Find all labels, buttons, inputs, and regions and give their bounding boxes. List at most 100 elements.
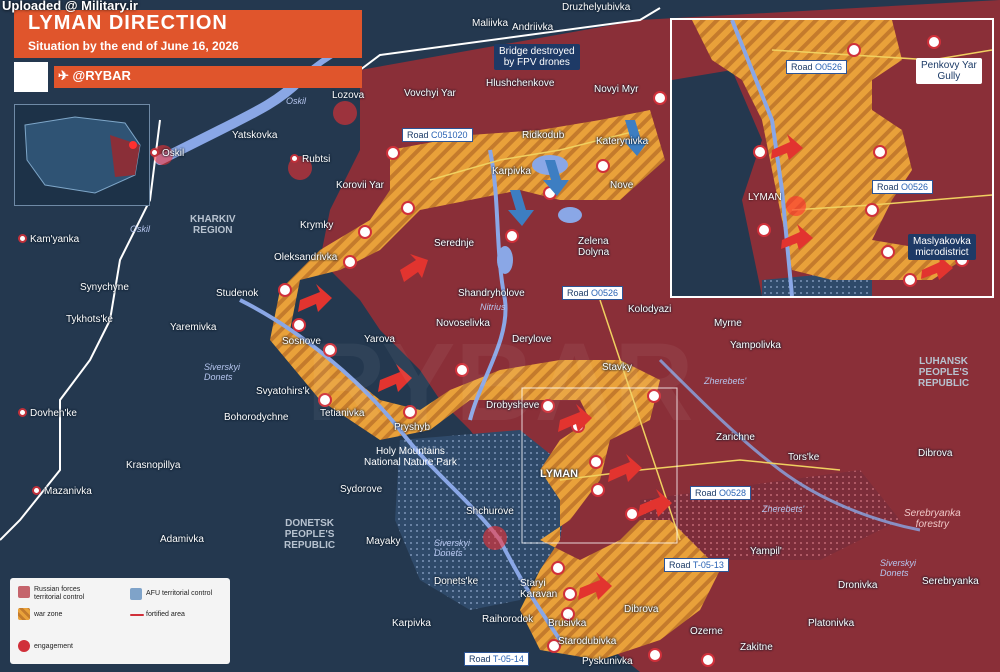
town-label: Zelena Dolyna: [578, 236, 610, 258]
inset-callout-maslyakovka: Maslyakovka microdistrict: [908, 234, 976, 260]
town-label: Andriivka: [512, 22, 554, 33]
town-yampil: Yampil': [750, 546, 782, 557]
town-label: Donets'ke: [434, 576, 479, 587]
town-label: Dibrova: [918, 448, 953, 459]
town-druzhelyubivka: Druzhelyubivka: [562, 2, 630, 13]
town-label: Lozova: [332, 90, 365, 101]
town-label: Karpivka: [392, 618, 431, 629]
road-prefix: Road: [877, 182, 899, 192]
road-code: O0528: [719, 488, 747, 498]
town-label: Brusivka: [548, 618, 587, 629]
telegram-icon: ✈: [58, 68, 69, 83]
town-lozova: Lozova: [332, 90, 364, 101]
town-label: Pryshyb: [394, 422, 431, 433]
river-label-nitrius: Nitrius: [480, 302, 506, 312]
town-label: Bohorodychne: [224, 412, 289, 423]
town-katerynivka: Katerynivka: [596, 136, 648, 147]
legend-swatch-war-zone: [18, 608, 30, 620]
river-label-oskil-w: Oskil: [130, 224, 150, 234]
town-staryi-karavan: Staryi Karavan: [520, 578, 557, 600]
town-novoselivka: Novoselivka: [436, 318, 490, 329]
town-dronivka: Dronivka: [838, 580, 877, 591]
town-mayaky: Mayaky: [366, 536, 400, 547]
road-code: T-05-14: [492, 654, 524, 664]
town-rubtsi: Rubtsi: [290, 154, 330, 165]
town-label: Serebryanka: [922, 576, 979, 587]
town-dovhenke: Dovhen'ke: [18, 408, 77, 419]
legend-engagement: engagement: [34, 643, 73, 650]
town-pyskunivka: Pyskunivka: [582, 656, 633, 667]
town-label: Krasnopillya: [126, 460, 181, 471]
town-label: Platonivka: [808, 618, 855, 629]
legend-war-zone: war zone: [34, 611, 63, 618]
town-andriivka: Andriivka: [512, 22, 553, 33]
road-prefix: Road: [791, 62, 813, 72]
region-holy-mountains: Holy Mountains National Nature Park: [364, 446, 457, 468]
river-label-zherebets-1: Zherebets': [704, 376, 747, 386]
town-synychyne: Synychyne: [80, 282, 129, 293]
town-studenok: Studenok: [216, 288, 258, 299]
road-label-o0528: Road O0528: [690, 486, 752, 500]
town-yatskovka: Yatskovka: [232, 130, 277, 141]
town-label: Kam'yanka: [30, 234, 80, 245]
town-starodubivka: Starodubivka: [558, 636, 616, 647]
town-label: Myrne: [714, 318, 742, 329]
inset-label-lyman: LYMAN: [748, 192, 782, 203]
town-label: Shchurove: [466, 506, 514, 517]
town-platonivka: Platonivka: [808, 618, 854, 629]
town-shandryholove: Shandryholove: [458, 288, 525, 299]
town-raihorodok: Raihorodok: [482, 614, 533, 625]
town-label: Svyatohirs'k: [256, 386, 310, 397]
town-label: Drobysheve: [486, 400, 540, 411]
town-label: Maliivka: [472, 18, 509, 29]
town-zarichne: Zarichne: [716, 432, 755, 443]
town-tetianivka: Tetianivka: [320, 408, 364, 419]
town-maliivka: Maliivka: [472, 18, 508, 29]
town-label: Starodubivka: [558, 636, 617, 647]
brand-label: ✈ @RYBAR: [58, 68, 131, 84]
town-krasnopillya: Krasnopillya: [126, 460, 180, 471]
town-torske: Tors'ke: [788, 452, 819, 463]
town-yampolivka: Yampolivka: [730, 340, 781, 351]
town-label: Karpivka: [492, 166, 531, 177]
town-marker-icon: [150, 148, 159, 157]
town-marker-icon: [290, 154, 299, 163]
legend-swatch-afu: [130, 588, 142, 600]
town-serednje: Serednje: [434, 238, 474, 249]
town-label: Stavky: [602, 362, 633, 373]
town-drobysheve: Drobysheve: [486, 400, 539, 411]
road-label-t0514: Road T-05-14: [464, 652, 529, 666]
town-dibrova-e: Dibrova: [918, 448, 952, 459]
region-serebryanka-forestry: Serebryanka forestry: [904, 508, 961, 530]
town-label: Nove: [610, 180, 634, 191]
road-prefix: Road: [669, 560, 691, 570]
town-oleksandrivka: Oleksandrivka: [274, 252, 337, 263]
road-code: O0526: [901, 182, 929, 192]
overview-map-graphic: [24, 116, 141, 194]
town-label: Ozerne: [690, 626, 723, 637]
town-label: Korovii Yar: [336, 180, 384, 191]
town-bohorodychne: Bohorodychne: [224, 412, 289, 423]
town-yaremivka: Yaremivka: [170, 322, 217, 333]
town-label: Yarova: [364, 334, 395, 345]
road-code: O0526: [815, 62, 843, 72]
town-label: Novyi Myr: [594, 84, 639, 95]
town-marker-icon: [18, 408, 27, 417]
town-label: Staryi Karavan: [520, 578, 558, 600]
qr-code-icon: [14, 62, 48, 92]
town-label: Mazanivka: [44, 486, 92, 497]
road-label-c051020: Road C051020: [402, 128, 473, 142]
town-karpivka-n: Karpivka: [492, 166, 531, 177]
town-brusivka: Brusivka: [548, 618, 586, 629]
road-prefix: Road: [469, 654, 491, 664]
town-sydorove: Sydorove: [340, 484, 382, 495]
town-label: Zarichne: [716, 432, 755, 443]
town-dibrova-s: Dibrova: [624, 604, 658, 615]
town-label: Oleksandrivka: [274, 252, 338, 263]
town-svyatohirsk: Svyatohirs'k: [256, 386, 310, 397]
town-lyman: LYMAN: [540, 468, 578, 480]
town-label: Mayaky: [366, 536, 401, 547]
town-label: Derylove: [512, 334, 552, 345]
town-label: Yatskovka: [232, 130, 278, 141]
town-korovii-yar: Korovii Yar: [336, 180, 384, 191]
